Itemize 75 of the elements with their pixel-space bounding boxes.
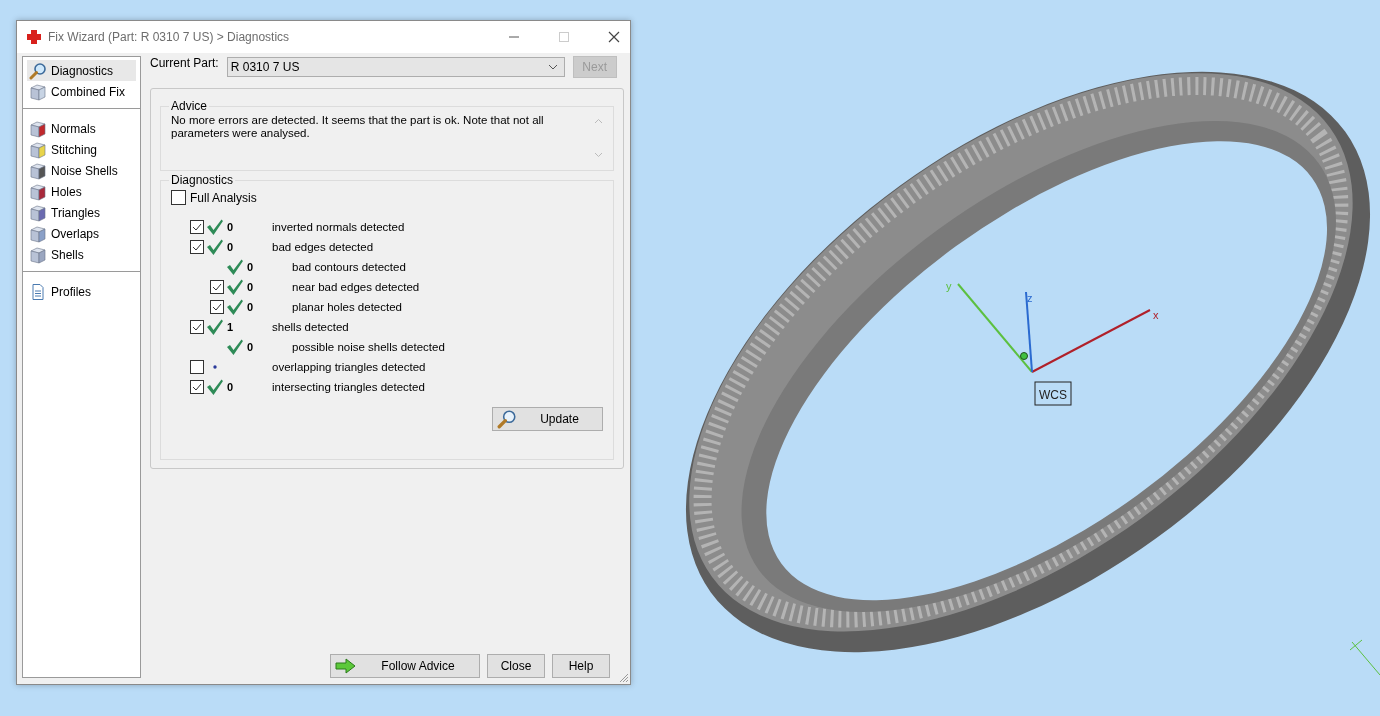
sidebar-item[interactable]: Normals (27, 118, 136, 139)
sidebar-item[interactable]: Combined Fix (27, 81, 136, 102)
count-value: 0 (247, 261, 254, 273)
checkbox-label: Full Analysis (190, 190, 257, 205)
sidebar-item[interactable]: Stitching (27, 139, 136, 160)
diagnostic-label: bad contours detected (292, 261, 406, 273)
checkbox[interactable] (190, 360, 204, 374)
wcs-label: WCS (1039, 388, 1067, 402)
dialog-button[interactable]: Close (487, 654, 545, 678)
count-value: 1 (227, 321, 234, 333)
checkbox[interactable] (210, 280, 224, 294)
group-title: Diagnostics (170, 173, 235, 187)
checkbox[interactable] (190, 380, 204, 394)
sidebar-item[interactable]: Triangles (27, 202, 136, 223)
follow-advice-button[interactable]: Follow Advice (330, 654, 480, 678)
resize-grip-icon[interactable] (619, 673, 629, 683)
diagnostic-label: near bad edges detected (292, 281, 420, 293)
diagnostic-label: intersecting triangles detected (272, 381, 425, 393)
cube-icon (29, 140, 47, 159)
magnifier-icon (29, 61, 47, 80)
diagnostic-label: bad edges detected (272, 241, 374, 253)
checkbox[interactable] (190, 220, 204, 234)
origin-dot-icon (1020, 352, 1028, 360)
cube-icon (29, 161, 47, 180)
diagnostic-label: planar holes detected (292, 301, 402, 313)
diagnostic-label: shells detected (272, 321, 349, 333)
diagnostic-label: inverted normals detected (272, 221, 405, 233)
checkbox[interactable] (190, 320, 204, 334)
count-value: 0 (227, 241, 234, 253)
update-button[interactable]: Update (492, 407, 603, 431)
checkbox[interactable] (210, 300, 224, 314)
sidebar-item[interactable]: Profiles (27, 281, 136, 302)
checkbox[interactable] (171, 190, 186, 205)
tick-icon (191, 221, 203, 233)
axis-label: z (1027, 292, 1033, 304)
count-value: 0 (227, 221, 234, 233)
cube-icon (29, 182, 47, 201)
sidebar-item[interactable]: Diagnostics (27, 60, 136, 81)
group-title: Advice (170, 99, 209, 113)
count-value: 0 (247, 341, 254, 353)
cube-icon (29, 119, 47, 138)
count-value: 0 (247, 301, 254, 313)
axis-label: x (1153, 309, 1159, 321)
tick-icon (211, 301, 223, 313)
axis-label: y (946, 280, 952, 292)
arrow-icon (335, 658, 357, 674)
cross-icon (26, 29, 42, 45)
sidebar-item[interactable]: Shells (27, 244, 136, 265)
current-part-label: Current Part: (150, 56, 219, 70)
tick-icon (191, 321, 203, 333)
tick-icon (191, 381, 203, 393)
diagnostic-label: overlapping triangles detected (272, 361, 426, 373)
count-value: 0 (227, 381, 234, 393)
cube-icon (29, 245, 47, 264)
document-icon (29, 282, 47, 301)
sidebar-item[interactable]: Overlaps (27, 223, 136, 244)
magnifier-icon (497, 409, 517, 429)
checkbox[interactable] (190, 240, 204, 254)
tick-icon (211, 281, 223, 293)
part-dropdown[interactable]: R 0310 7 US (226, 57, 565, 77)
caret-icon (547, 64, 558, 70)
window-title: Fix Wizard (Part: R 0310 7 US) > Diagnostics (48, 30, 290, 44)
count-value: 0 (247, 281, 254, 293)
cube-icon (29, 203, 47, 222)
tick-icon (191, 241, 203, 253)
dialog-button[interactable]: Help (552, 654, 610, 678)
diagnostic-label: possible noise shells detected (292, 341, 445, 353)
advice-text: No more errors are detected. It seems that the part is ok. Note that not all parameters were analysed. (171, 114, 545, 141)
axis-marker-icon (1349, 639, 1380, 676)
sidebar-item[interactable]: Holes (27, 181, 136, 202)
close-icon[interactable] (608, 31, 620, 43)
sidebar-item[interactable]: Noise Shells (27, 160, 136, 181)
wcs-label-frame (1034, 381, 1072, 406)
cube-icon (29, 82, 47, 101)
cube-icon (29, 224, 47, 243)
